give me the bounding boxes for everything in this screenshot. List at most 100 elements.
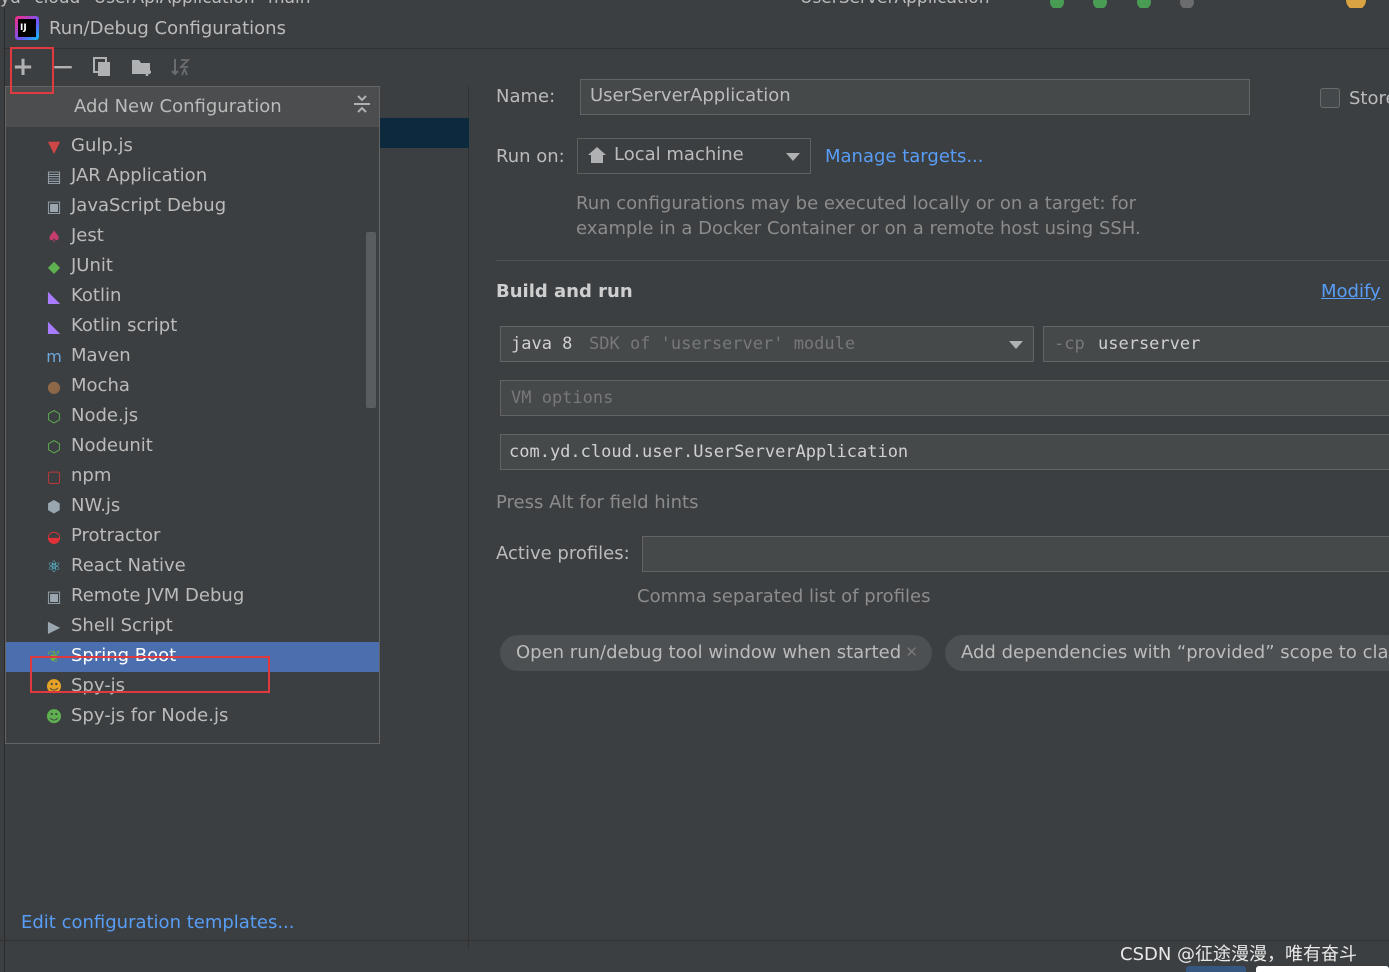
jre-dropdown[interactable]: java 8 SDK of 'userserver' module xyxy=(500,326,1034,362)
run-debug-dialog: Run/Debug Configurations + − Edit config… xyxy=(4,8,1389,972)
jre-value: java 8 xyxy=(511,334,573,354)
config-type-item[interactable]: ◆ JUnit xyxy=(6,252,379,282)
popup-title: Add New Configuration xyxy=(74,96,282,117)
classpath-module-field[interactable]: -cp userserver xyxy=(1043,326,1389,362)
run-config-selector[interactable]: UserServerApplication xyxy=(800,0,989,8)
config-type-label: NW.js xyxy=(71,495,121,516)
section-divider xyxy=(496,260,1389,261)
jre-suffix: SDK of 'userserver' module xyxy=(589,334,856,354)
intellij-logo-icon xyxy=(15,16,39,40)
shell-icon: ▶ xyxy=(47,617,61,636)
config-type-label: JavaScript Debug xyxy=(71,195,227,216)
spyjs-node-icon: ☻ xyxy=(45,707,63,726)
active-profiles-field[interactable] xyxy=(642,536,1389,572)
breadcrumb-item[interactable]: yd xyxy=(0,0,21,8)
selected-config-row[interactable] xyxy=(379,118,469,148)
config-type-item[interactable]: ⬡ Node.js xyxy=(6,402,379,432)
home-icon xyxy=(587,145,607,170)
config-type-item[interactable]: ◣ Kotlin xyxy=(6,282,379,312)
cp-prefix: -cp xyxy=(1054,334,1085,354)
js-debug-icon: ▣ xyxy=(46,197,62,216)
config-type-item[interactable]: ♠ Jest xyxy=(6,222,379,252)
config-type-item[interactable]: ▣ Remote JVM Debug xyxy=(6,582,379,612)
remote-debug-icon: ▣ xyxy=(46,587,62,606)
npm-icon: ▢ xyxy=(46,467,62,486)
vm-options-placeholder: VM options xyxy=(511,388,614,408)
dialog-title: Run/Debug Configurations xyxy=(49,18,286,39)
config-type-item[interactable]: m Maven xyxy=(6,342,379,372)
close-icon[interactable]: ✕ xyxy=(905,643,918,661)
run-on-dropdown[interactable]: Local machine xyxy=(577,138,811,174)
run-on-label: Run on: xyxy=(496,146,565,167)
main-class-value: com.yd.cloud.user.UserServerApplication xyxy=(509,442,909,462)
highlight-spring-boot xyxy=(30,656,270,693)
coverage-icon[interactable] xyxy=(1136,0,1151,8)
dialog-titlebar: Run/Debug Configurations xyxy=(5,8,1389,49)
run-on-hint-line-2: example in a Docker Container or on a re… xyxy=(576,218,1141,239)
minus-icon[interactable]: − xyxy=(51,53,75,81)
cancel-button[interactable] xyxy=(1256,966,1389,972)
edit-templates-link[interactable]: Edit configuration templates... xyxy=(21,912,295,933)
ok-button[interactable] xyxy=(1186,966,1246,972)
vm-options-field[interactable]: VM options xyxy=(500,380,1389,416)
config-type-label: Spy-js for Node.js xyxy=(71,705,229,726)
breadcrumb-item[interactable]: cloud xyxy=(34,0,80,8)
breadcrumb-item[interactable]: main xyxy=(268,0,310,8)
config-type-label: React Native xyxy=(71,555,186,576)
run-toolbar xyxy=(1050,0,1218,8)
config-type-label: JUnit xyxy=(71,255,113,276)
run-icon[interactable] xyxy=(1050,0,1064,8)
config-type-item[interactable]: ▢ npm xyxy=(6,462,379,492)
config-type-label: JAR Application xyxy=(71,165,208,186)
config-type-item[interactable]: ▶ Shell Script xyxy=(6,612,379,642)
sort-alpha-icon[interactable] xyxy=(169,56,193,80)
profile-icon[interactable] xyxy=(1180,0,1195,8)
store-as-file-checkbox[interactable] xyxy=(1320,88,1340,108)
highlight-add-button xyxy=(10,47,54,94)
modify-options-link[interactable]: Modify xyxy=(1321,281,1381,302)
config-type-item[interactable]: ◣ Kotlin script xyxy=(6,312,379,342)
copy-icon[interactable] xyxy=(90,56,114,80)
jest-icon: ♠ xyxy=(46,227,62,246)
config-type-item[interactable]: ▣ JavaScript Debug xyxy=(6,192,379,222)
build-and-run-heading: Build and run xyxy=(496,281,633,302)
config-type-item[interactable]: ☻ Spy-js for Node.js xyxy=(6,702,379,732)
config-type-label: Protractor xyxy=(71,525,161,546)
config-type-item[interactable]: ▤ JAR Application xyxy=(6,162,379,192)
notification-icon[interactable] xyxy=(1346,0,1366,8)
config-type-item[interactable]: ⬡ Nodeunit xyxy=(6,432,379,462)
config-type-item[interactable]: ⬢ NW.js xyxy=(6,492,379,522)
collapse-all-icon[interactable] xyxy=(352,93,372,120)
maven-icon: m xyxy=(46,347,62,366)
chip-label: Open run/debug tool window when started xyxy=(516,642,902,663)
config-type-item[interactable]: ⚛ React Native xyxy=(6,552,379,582)
add-configuration-popup: Add New Configuration ♛Grunt.js▼Gulp.js▤… xyxy=(5,86,380,744)
main-class-field[interactable]: com.yd.cloud.user.UserServerApplication xyxy=(500,434,1389,470)
run-on-hint-line-1: Run configurations may be executed local… xyxy=(576,193,1137,214)
config-type-label: Maven xyxy=(71,345,131,366)
configuration-form: Name: UserServerApplication Store Run on… xyxy=(470,50,1389,948)
nodeunit-icon: ⬡ xyxy=(47,437,61,456)
junit-icon: ◆ xyxy=(47,257,61,276)
new-folder-icon[interactable] xyxy=(130,56,154,80)
breadcrumb-item[interactable]: UserApiApplication xyxy=(94,0,255,8)
manage-targets-link[interactable]: Manage targets... xyxy=(825,146,984,167)
option-chip-provided-scope[interactable]: Add dependencies with “provided” scope t… xyxy=(945,635,1389,671)
watermark: CSDN @征途漫漫，唯有奋斗 xyxy=(1120,944,1358,965)
config-type-item[interactable]: ▼ Gulp.js xyxy=(6,132,379,162)
config-type-label: Nodeunit xyxy=(71,435,153,456)
config-type-label: Remote JVM Debug xyxy=(71,585,245,606)
chip-label: Add dependencies with “provided” scope t… xyxy=(961,642,1389,663)
option-chip-open-tool-window[interactable]: Open run/debug tool window when started … xyxy=(500,635,932,671)
active-profiles-label: Active profiles: xyxy=(496,543,630,564)
config-type-item[interactable]: ● Mocha xyxy=(6,372,379,402)
popup-scrollbar[interactable] xyxy=(366,232,376,408)
config-type-label: Kotlin script xyxy=(71,315,178,336)
config-type-label: Shell Script xyxy=(71,615,173,636)
field-hints-text: Press Alt for field hints xyxy=(496,492,699,513)
name-field[interactable]: UserServerApplication xyxy=(580,79,1250,115)
popup-header: Add New Configuration xyxy=(6,87,379,127)
config-toolbar: + − xyxy=(5,50,469,86)
debug-icon[interactable] xyxy=(1093,0,1108,8)
config-type-item[interactable]: ◒ Protractor xyxy=(6,522,379,552)
